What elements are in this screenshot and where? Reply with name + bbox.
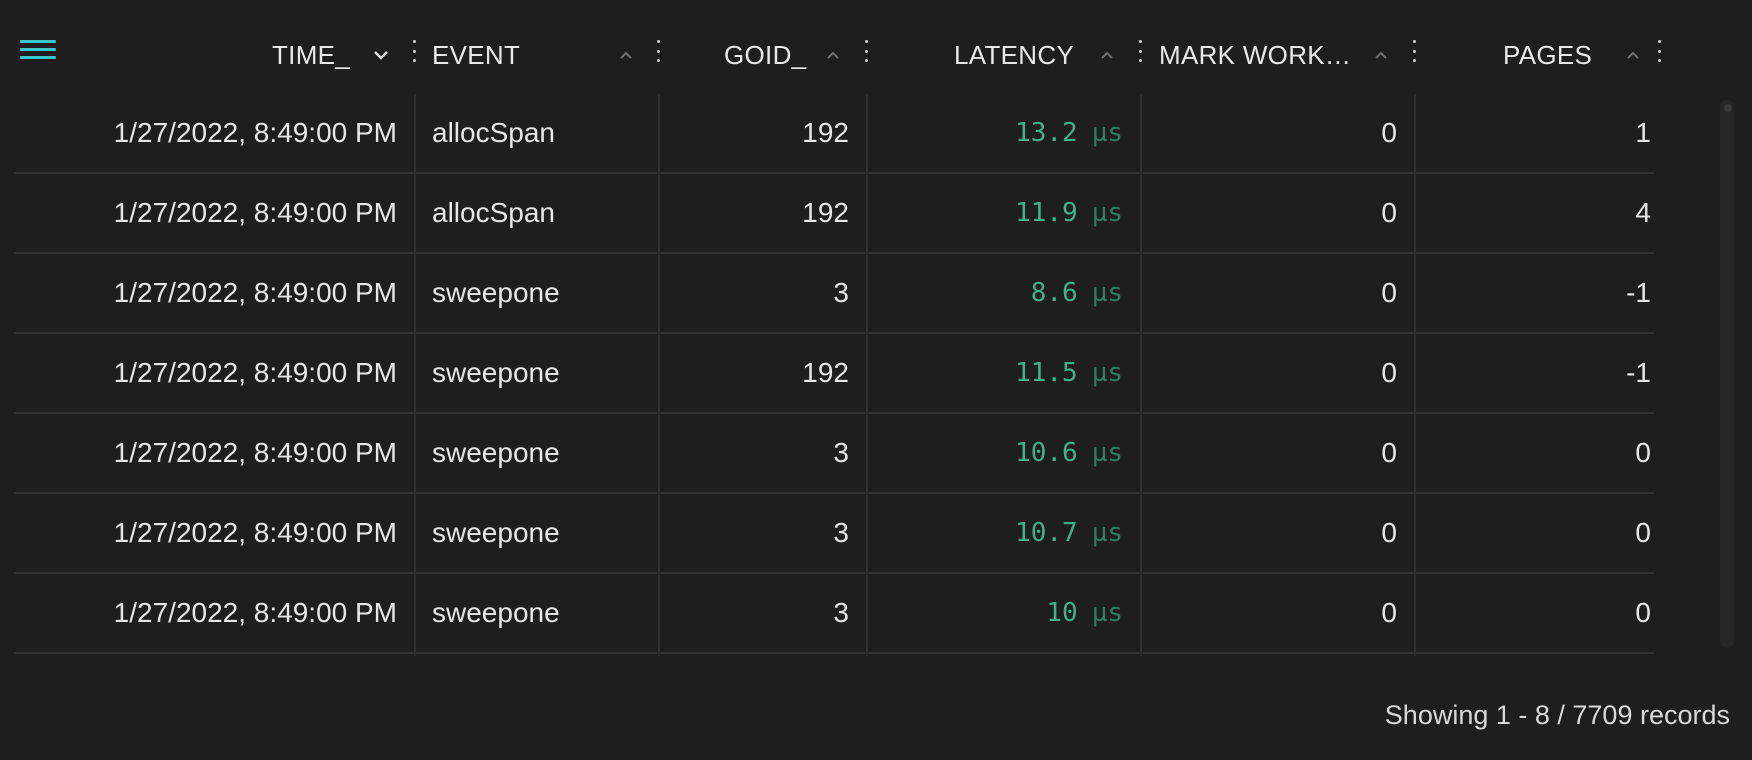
cell-time: 1/27/2022, 8:49:00 PM bbox=[113, 357, 397, 388]
cell-pages: -1 bbox=[1626, 277, 1651, 308]
latency-unit: µs bbox=[1091, 518, 1123, 548]
header-time-label: TIME_ bbox=[272, 39, 351, 70]
cell-latency: 10 µs bbox=[882, 574, 1123, 652]
latency-value: 11.9 bbox=[1015, 198, 1078, 228]
table-row[interactable]: 1/27/2022, 8:49:00 PM allocSpan 192 13.2… bbox=[14, 94, 1654, 174]
sort-asc-icon[interactable] bbox=[1622, 42, 1644, 68]
latency-unit: µs bbox=[1091, 358, 1123, 388]
column-menu-icon[interactable] bbox=[1135, 38, 1145, 64]
column-menu-icon[interactable] bbox=[1409, 38, 1419, 64]
header-time[interactable]: TIME_ bbox=[272, 30, 350, 80]
vertical-scrollbar[interactable] bbox=[1720, 100, 1734, 648]
header-event[interactable]: EVENT bbox=[432, 30, 520, 80]
cell-pages: 0 bbox=[1635, 437, 1651, 468]
latency-unit: µs bbox=[1091, 598, 1123, 628]
cell-mark-work: 0 bbox=[1381, 117, 1397, 148]
cell-latency: 11.5 µs bbox=[882, 334, 1123, 412]
cell-latency: 10.6 µs bbox=[882, 414, 1123, 492]
header-event-label: EVENT bbox=[432, 39, 521, 70]
records-status: Showing 1 - 8 / 7709 records bbox=[1384, 700, 1730, 730]
sort-asc-icon[interactable] bbox=[615, 42, 637, 68]
cell-goid: 3 bbox=[833, 597, 849, 628]
cell-event: sweepone bbox=[432, 277, 560, 308]
header-latency-label: LATENCY bbox=[954, 39, 1075, 70]
sort-desc-icon[interactable] bbox=[370, 42, 392, 68]
cell-pages: 4 bbox=[1635, 197, 1651, 228]
cell-time: 1/27/2022, 8:49:00 PM bbox=[113, 517, 397, 548]
table-row[interactable]: 1/27/2022, 8:49:00 PM sweepone 3 10.6 µs … bbox=[14, 414, 1654, 494]
cell-latency: 11.9 µs bbox=[882, 174, 1123, 252]
cell-pages: 1 bbox=[1635, 117, 1651, 148]
column-menu-icon[interactable] bbox=[1654, 38, 1664, 64]
header-pages-label: PAGES bbox=[1503, 39, 1593, 70]
cell-event: sweepone bbox=[432, 357, 560, 388]
column-menu-icon[interactable] bbox=[409, 38, 419, 64]
cell-latency: 8.6 µs bbox=[882, 254, 1123, 332]
latency-value: 10.6 bbox=[1015, 438, 1078, 468]
cell-pages: -1 bbox=[1626, 357, 1651, 388]
header-goid-label: GOID_ bbox=[724, 39, 807, 70]
cell-event: sweepone bbox=[432, 517, 560, 548]
latency-value: 13.2 bbox=[1015, 118, 1078, 148]
cell-mark-work: 0 bbox=[1381, 197, 1397, 228]
cell-time: 1/27/2022, 8:49:00 PM bbox=[113, 117, 397, 148]
latency-value: 10.7 bbox=[1015, 518, 1078, 548]
latency-unit: µs bbox=[1091, 278, 1123, 308]
table-header: TIME_ EVENT GOID_ LATENCY MARK WORK… PAG… bbox=[14, 30, 1661, 80]
cell-event: sweepone bbox=[432, 437, 560, 468]
header-goid[interactable]: GOID_ bbox=[724, 30, 806, 80]
data-table: 1/27/2022, 8:49:00 PM allocSpan 192 13.2… bbox=[14, 94, 1654, 656]
cell-mark-work: 0 bbox=[1381, 597, 1397, 628]
latency-value: 11.5 bbox=[1015, 358, 1078, 388]
cell-latency: 10.7 µs bbox=[882, 494, 1123, 572]
cell-mark-work: 0 bbox=[1381, 517, 1397, 548]
cell-mark-work: 0 bbox=[1381, 437, 1397, 468]
cell-time: 1/27/2022, 8:49:00 PM bbox=[113, 197, 397, 228]
cell-goid: 192 bbox=[802, 197, 849, 228]
cell-time: 1/27/2022, 8:49:00 PM bbox=[113, 597, 397, 628]
cell-mark-work: 0 bbox=[1381, 357, 1397, 388]
header-latency[interactable]: LATENCY bbox=[954, 30, 1074, 80]
cell-goid: 3 bbox=[833, 277, 849, 308]
latency-unit: µs bbox=[1091, 438, 1123, 468]
latency-unit: µs bbox=[1091, 198, 1123, 228]
cell-goid: 3 bbox=[833, 437, 849, 468]
cell-goid: 192 bbox=[802, 357, 849, 388]
trace-table-app: TIME_ EVENT GOID_ LATENCY MARK WORK… PAG… bbox=[0, 0, 1752, 760]
scrollbar-thumb[interactable] bbox=[1724, 104, 1732, 112]
cell-time: 1/27/2022, 8:49:00 PM bbox=[113, 277, 397, 308]
cell-time: 1/27/2022, 8:49:00 PM bbox=[113, 437, 397, 468]
table-row[interactable]: 1/27/2022, 8:49:00 PM sweepone 3 10 µs 0 … bbox=[14, 574, 1654, 654]
cell-mark-work: 0 bbox=[1381, 277, 1397, 308]
header-pages[interactable]: PAGES bbox=[1503, 30, 1592, 80]
cell-goid: 192 bbox=[802, 117, 849, 148]
cell-latency: 13.2 µs bbox=[882, 94, 1123, 172]
column-menu-icon[interactable] bbox=[861, 38, 871, 64]
header-mark-work[interactable]: MARK WORK… bbox=[1159, 30, 1351, 80]
latency-unit: µs bbox=[1091, 118, 1123, 148]
cell-goid: 3 bbox=[833, 517, 849, 548]
cell-pages: 0 bbox=[1635, 517, 1651, 548]
table-row[interactable]: 1/27/2022, 8:49:00 PM sweepone 192 11.5 µ… bbox=[14, 334, 1654, 414]
cell-event: sweepone bbox=[432, 597, 560, 628]
cell-pages: 0 bbox=[1635, 597, 1651, 628]
column-menu-icon[interactable] bbox=[653, 38, 663, 64]
table-row[interactable]: 1/27/2022, 8:49:00 PM allocSpan 192 11.9… bbox=[14, 174, 1654, 254]
table-row[interactable]: 1/27/2022, 8:49:00 PM sweepone 3 10.7 µs … bbox=[14, 494, 1654, 574]
latency-value: 8.6 bbox=[1030, 278, 1078, 308]
sort-asc-icon[interactable] bbox=[822, 42, 844, 68]
cell-event: allocSpan bbox=[432, 197, 555, 228]
latency-value: 10 bbox=[1046, 598, 1078, 628]
header-mark-work-label: MARK WORK… bbox=[1159, 39, 1352, 70]
cell-event: allocSpan bbox=[432, 117, 555, 148]
table-row[interactable]: 1/27/2022, 8:49:00 PM sweepone 3 8.6 µs 0… bbox=[14, 254, 1654, 334]
sort-asc-icon[interactable] bbox=[1096, 42, 1118, 68]
sort-asc-icon[interactable] bbox=[1370, 42, 1392, 68]
